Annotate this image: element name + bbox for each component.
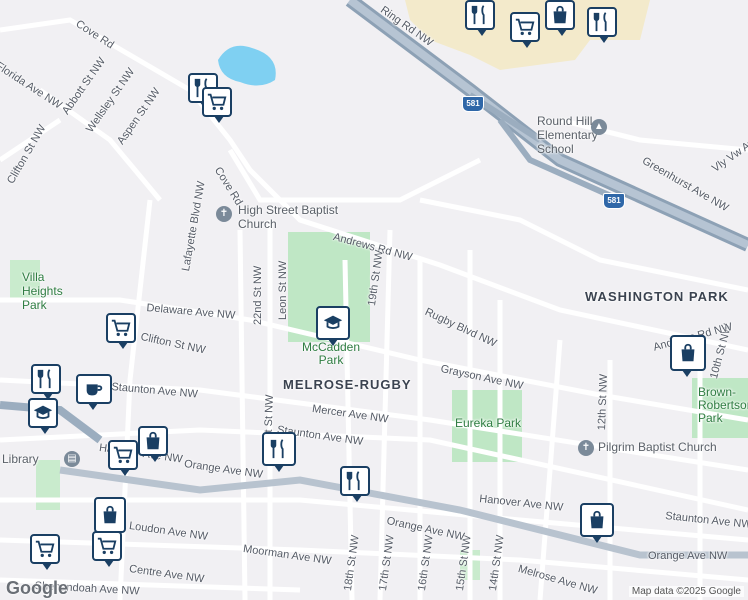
school-pin[interactable] [316, 306, 350, 346]
library-icon: ▤ [64, 451, 80, 467]
restaurant-pin[interactable] [587, 7, 617, 43]
restaurant-pin[interactable] [262, 432, 296, 472]
cart-icon [207, 93, 227, 111]
place-label: Round Hill Elementary School [537, 114, 598, 156]
grocery-pin[interactable] [108, 440, 138, 476]
neighborhood-label: WASHINGTON PARK [585, 289, 729, 304]
church-icon: ✝ [216, 206, 232, 222]
school-icon: ▲ [591, 119, 607, 135]
place-label: Pilgrim Baptist Church [598, 440, 717, 454]
shopping-bag-icon [103, 505, 117, 524]
neighborhood-label: MELROSE-RUGBY [283, 377, 412, 392]
shopping-bag-icon [590, 510, 604, 529]
park-label: Eureka Park [455, 416, 522, 430]
grocery-pin[interactable] [510, 12, 540, 48]
graduation-cap-icon [323, 315, 343, 329]
coffee-cup-icon [86, 384, 103, 396]
park-label: Villa Heights Park [22, 270, 63, 312]
church-icon: ✝ [578, 440, 594, 456]
fork-knife-icon [37, 369, 51, 389]
shopping-pin[interactable] [94, 497, 126, 539]
grocery-pin[interactable] [106, 313, 136, 349]
shopping-bag-icon [681, 343, 695, 362]
cart-icon [515, 18, 535, 36]
fork-knife-icon [270, 439, 284, 459]
park-label: Brown-Robertson Park [698, 385, 748, 425]
restaurant-pin[interactable] [465, 0, 495, 36]
place-label: High Street Baptist Church [238, 203, 339, 231]
map-attribution[interactable]: Map data ©2025 Google [628, 586, 744, 597]
fork-knife-icon [346, 471, 360, 491]
school-pin[interactable] [28, 398, 58, 434]
place-label: Library [2, 452, 39, 466]
highway-shield-icon: 581 [603, 193, 625, 209]
shopping-pin[interactable] [545, 0, 575, 36]
street-label: Orange Ave NW [648, 550, 728, 562]
grocery-pin[interactable] [30, 534, 60, 570]
cafe-pin[interactable] [76, 374, 112, 410]
google-logo: Google [6, 578, 68, 598]
cart-icon [97, 537, 117, 555]
highway-shield-icon: 581 [462, 96, 484, 112]
shopping-pin[interactable] [580, 503, 614, 543]
shopping-bag-icon [146, 431, 160, 450]
shopping-pin[interactable] [670, 335, 706, 377]
grocery-pin[interactable] [92, 531, 122, 567]
street-label: Leon St NW [277, 260, 289, 320]
street-label: 12th St NW [596, 373, 610, 431]
grocery-pin[interactable] [202, 87, 232, 123]
shopping-pin[interactable] [138, 426, 168, 462]
fork-knife-icon [471, 5, 485, 25]
restaurant-pin[interactable] [31, 364, 61, 400]
cart-icon [111, 319, 131, 337]
graduation-cap-icon [33, 405, 53, 419]
shopping-bag-icon [553, 5, 567, 24]
street-label: 22nd St NW [252, 265, 264, 325]
map-canvas[interactable]: Cove Rd Abbott St NW Wellsley St NW Aspe… [0, 0, 748, 600]
cart-icon [35, 540, 55, 558]
restaurant-pin[interactable] [340, 466, 370, 502]
cart-icon [113, 446, 133, 464]
fork-knife-icon [593, 12, 607, 32]
